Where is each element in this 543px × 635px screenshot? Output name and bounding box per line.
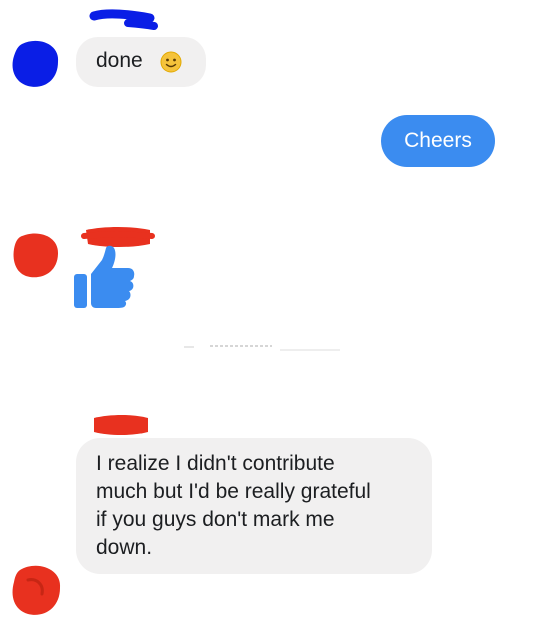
message-text: I realize I didn't contribute much but I… xyxy=(96,450,371,562)
message-text: Cheers xyxy=(404,129,472,152)
message-line: much but I'd be really grateful xyxy=(96,480,371,503)
message-line: down. xyxy=(96,536,153,559)
message-bubble-incoming[interactable]: done xyxy=(76,37,206,87)
message-bubble-incoming[interactable]: I realize I didn't contribute much but I… xyxy=(76,438,432,574)
timestamp-divider-redacted xyxy=(180,340,350,354)
message-line: I realize I didn't contribute xyxy=(96,452,335,475)
slightly-smiling-face-icon xyxy=(160,51,182,73)
message-line: if you guys don't mark me xyxy=(96,508,335,531)
message-text: done xyxy=(96,49,143,72)
message-bubble-outgoing[interactable]: Cheers xyxy=(381,115,495,167)
